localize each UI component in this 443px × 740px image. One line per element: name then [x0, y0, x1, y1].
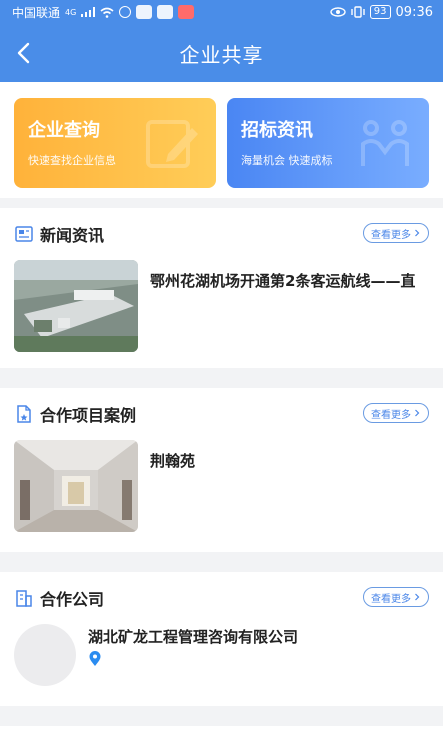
- status-right: 93 09:36: [330, 5, 433, 20]
- signal-icon: [81, 7, 96, 17]
- header: 企业共享: [0, 24, 443, 82]
- building-icon: [16, 590, 32, 607]
- view-more-label: 查看更多: [371, 593, 411, 605]
- app-badge-icon-2: [157, 5, 174, 19]
- news-title: 鄂州花湖机场开通第2条客运航线——直: [150, 272, 416, 290]
- status-left: 中国联通 4G: [12, 4, 195, 21]
- news-section: 新闻资讯 查看更多 鄂州花湖机场开通第2条客运航线——直: [0, 208, 443, 368]
- status-bar: 中国联通 4G 93 09:36: [0, 0, 443, 24]
- list-item[interactable]: 荆翰苑: [0, 440, 443, 532]
- view-more-button[interactable]: 查看更多: [363, 223, 429, 243]
- view-more-button[interactable]: 查看更多: [363, 403, 429, 423]
- bidding-info-card[interactable]: 招标资讯 海量机会 快速成标: [227, 98, 429, 188]
- projects-section: 合作项目案例 查看更多 荆翰苑: [0, 388, 443, 552]
- company-logo: [14, 624, 76, 686]
- next-section: [0, 726, 443, 740]
- project-thumbnail: [14, 440, 138, 532]
- location-pin-icon: [89, 651, 101, 666]
- view-more-button[interactable]: 查看更多: [363, 587, 429, 607]
- clock: 09:36: [395, 4, 433, 20]
- eye-icon: [330, 7, 346, 17]
- back-arrow-icon[interactable]: [10, 38, 40, 68]
- vibrate-icon: [351, 6, 365, 18]
- section-header: 新闻资讯 查看更多: [0, 208, 443, 260]
- section-header: 合作公司 查看更多: [0, 572, 443, 624]
- chevron-right-icon: [415, 409, 420, 417]
- view-more-label: 查看更多: [371, 409, 411, 421]
- app-badge-icon-3: [178, 5, 195, 19]
- edit-icon: [146, 120, 198, 168]
- company-name: 湖北矿龙工程管理咨询有限公司: [88, 628, 299, 646]
- news-icon: [15, 226, 33, 242]
- battery-indicator: 93: [369, 5, 391, 19]
- view-more-label: 查看更多: [371, 229, 411, 241]
- project-icon: [17, 405, 31, 423]
- shield-icon: [119, 6, 132, 18]
- page-title: 企业共享: [179, 42, 264, 67]
- list-item[interactable]: 湖北矿龙工程管理咨询有限公司: [0, 624, 443, 686]
- news-thumbnail: [14, 260, 138, 352]
- people-icon: [361, 120, 409, 166]
- companies-section: 合作公司 查看更多 湖北矿龙工程管理咨询有限公司: [0, 572, 443, 706]
- feature-cards: 企业查询 快速查找企业信息 招标资讯 海量机会 快速成标: [0, 82, 443, 198]
- section-title: 合作公司: [40, 590, 105, 609]
- chevron-right-icon: [415, 593, 420, 601]
- list-item[interactable]: 鄂州花湖机场开通第2条客运航线——直: [0, 260, 443, 352]
- carrier-label: 中国联通: [12, 5, 61, 20]
- network-label: 4G: [65, 7, 77, 17]
- section-title: 合作项目案例: [40, 406, 137, 425]
- enterprise-query-card[interactable]: 企业查询 快速查找企业信息: [14, 98, 216, 188]
- project-title: 荆翰苑: [150, 452, 196, 470]
- wifi-icon: [100, 7, 114, 18]
- chevron-right-icon: [415, 229, 420, 237]
- section-title: 新闻资讯: [40, 226, 105, 245]
- company-info: 湖北矿龙工程管理咨询有限公司: [88, 624, 298, 671]
- section-header: 合作项目案例 查看更多: [0, 388, 443, 440]
- top-bar: 中国联通 4G 93 09:36 企业共享: [0, 0, 443, 82]
- app-badge-icon: [136, 5, 153, 19]
